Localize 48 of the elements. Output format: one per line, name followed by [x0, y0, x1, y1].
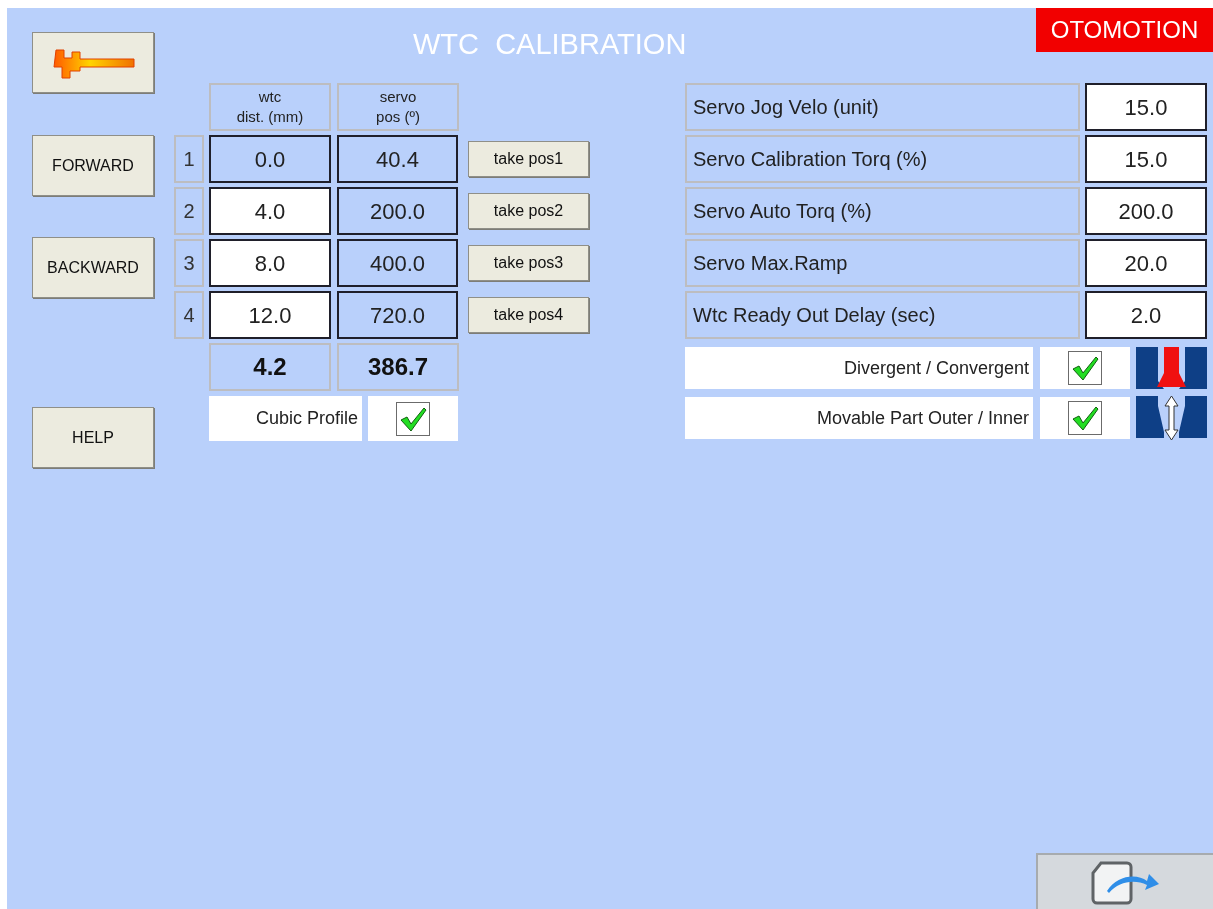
- side-button[interactable]: BACKWARD: [32, 237, 154, 298]
- check-icon: [1071, 355, 1099, 381]
- row-number: 1: [174, 135, 204, 183]
- setting-field[interactable]: 15.0: [1085, 135, 1207, 183]
- setting-field[interactable]: 20.0: [1085, 239, 1207, 287]
- take-position-button[interactable]: take pos4: [468, 297, 589, 333]
- setting-label: Servo Auto Torq (%): [685, 187, 1080, 235]
- caliper-button[interactable]: [32, 32, 154, 93]
- total-value: 4.2: [209, 343, 331, 391]
- setting-label: Servo Calibration Torq (%): [685, 135, 1080, 183]
- total-value: 386.7: [337, 343, 459, 391]
- row-number: 2: [174, 187, 204, 235]
- setting-label: Wtc Ready Out Delay (sec): [685, 291, 1080, 339]
- position-value: 200.0: [337, 187, 458, 235]
- distance-field[interactable]: 8.0: [209, 239, 331, 287]
- setting-label: Servo Max.Ramp: [685, 239, 1080, 287]
- side-button[interactable]: FORWARD: [32, 135, 154, 196]
- setting-field[interactable]: 15.0: [1085, 83, 1207, 131]
- movable-part-icon: [1136, 396, 1207, 440]
- position-value: 720.0: [337, 291, 458, 339]
- distance-field[interactable]: 0.0: [209, 135, 331, 183]
- position-value: 40.4: [337, 135, 458, 183]
- screen-title: WTC CALIBRATION: [413, 30, 687, 59]
- row-number: 3: [174, 239, 204, 287]
- option-label: Divergent / Convergent: [685, 347, 1033, 389]
- setting-field[interactable]: 2.0: [1085, 291, 1207, 339]
- checkbox[interactable]: [1068, 401, 1102, 435]
- nozzle-icon: [1136, 347, 1207, 389]
- checkbox[interactable]: [396, 401, 430, 436]
- position-value: 400.0: [337, 239, 458, 287]
- exit-button[interactable]: [1036, 853, 1213, 909]
- option-label: Movable Part Outer / Inner: [685, 397, 1033, 439]
- distance-field[interactable]: 12.0: [209, 291, 331, 339]
- check-icon: [399, 405, 427, 432]
- row-number: 4: [174, 291, 204, 339]
- setting-field[interactable]: 200.0: [1085, 187, 1207, 235]
- take-position-button[interactable]: take pos3: [468, 245, 589, 281]
- take-position-button[interactable]: take pos1: [468, 141, 589, 177]
- side-button[interactable]: HELP: [32, 407, 154, 468]
- option-label: Cubic Profile: [209, 396, 362, 441]
- checkbox[interactable]: [1068, 351, 1102, 385]
- column-header: wtc dist. (mm): [209, 83, 331, 131]
- setting-label: Servo Jog Velo (unit): [685, 83, 1080, 131]
- check-icon: [1071, 405, 1099, 431]
- brand-logo: OTOMOTION: [1036, 8, 1213, 52]
- distance-field[interactable]: 4.0: [209, 187, 331, 235]
- column-header: servo pos (º): [337, 83, 459, 131]
- take-position-button[interactable]: take pos2: [468, 193, 589, 229]
